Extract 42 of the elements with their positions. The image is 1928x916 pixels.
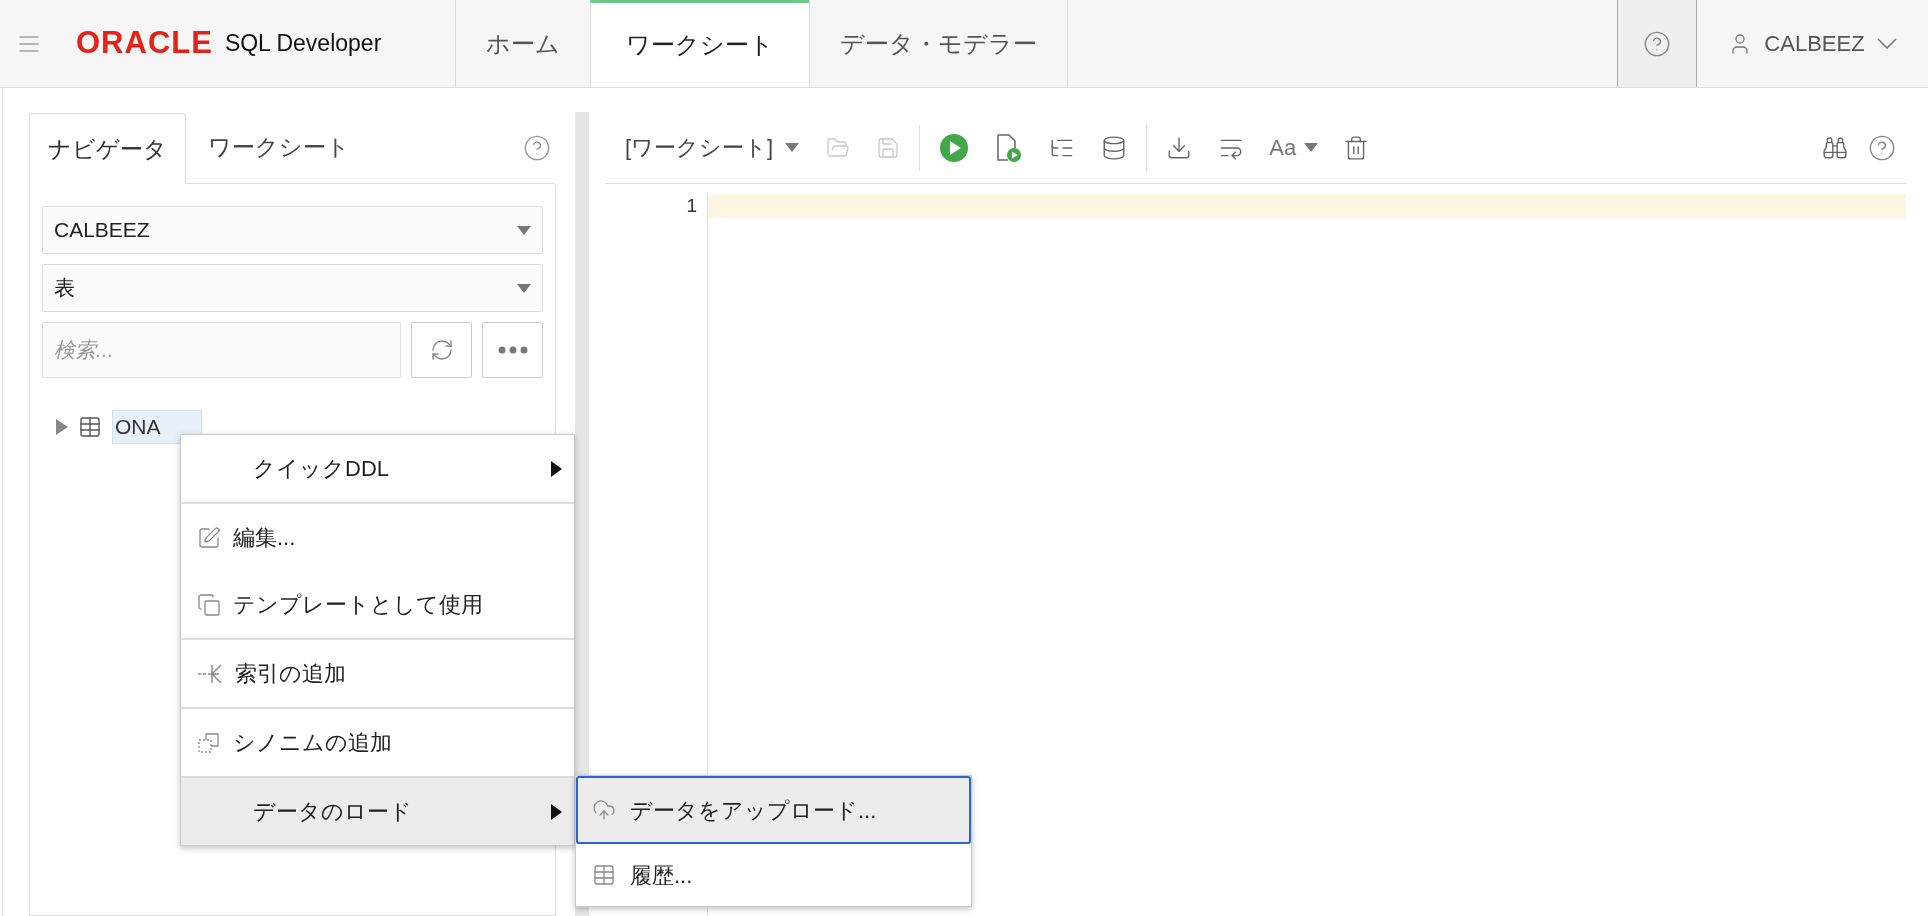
submenu-arrow-icon [551, 803, 562, 820]
menu-item[interactable]: 履歴... [576, 844, 971, 906]
more-button[interactable] [482, 322, 543, 378]
panel-tab[interactable]: ワークシート [186, 112, 372, 183]
synonym-icon [197, 730, 221, 755]
submenu-arrow-icon [551, 460, 562, 477]
refresh-button[interactable] [411, 322, 472, 378]
search-field[interactable]: 検索... [42, 322, 401, 378]
index-icon [197, 662, 223, 685]
ellipsis-icon [497, 346, 528, 354]
caret-icon [1304, 143, 1319, 152]
cloud-upload-icon [592, 798, 616, 822]
top-tab[interactable]: ワークシート [590, 0, 809, 87]
menu-item[interactable]: データをアップロード... [576, 776, 971, 844]
menu-item[interactable]: 編集... [181, 504, 574, 571]
refresh-icon [429, 338, 454, 362]
font-menu[interactable]: Aa [1257, 127, 1331, 168]
chevron-down-icon [1876, 38, 1897, 49]
worksheet-menu[interactable]: [ワークシート] [625, 131, 800, 164]
caret-icon [517, 283, 531, 293]
table-icon [78, 414, 102, 439]
caret-icon [517, 225, 531, 235]
line-number: 1 [686, 194, 697, 218]
schema-select[interactable]: CALBEEZ [42, 206, 543, 254]
caret-icon [785, 143, 800, 152]
copy-icon [197, 592, 221, 617]
user-menu[interactable]: CALBEEZ [1697, 0, 1928, 87]
menu-item[interactable]: データのロード [181, 778, 574, 845]
panel-tab[interactable]: ナビゲータ [29, 113, 186, 184]
table-icon [592, 863, 616, 887]
menu-item[interactable]: クイックDDL [181, 435, 574, 502]
menu-item[interactable]: 索引の追加 [181, 640, 574, 707]
menu-item[interactable]: テンプレートとして使用 [181, 571, 574, 638]
top-tab[interactable]: データ・モデラー [809, 0, 1067, 87]
object-type-select[interactable]: 表 [42, 264, 543, 312]
tree-item[interactable]: ONA [112, 410, 202, 444]
help-icon[interactable] [1617, 0, 1697, 87]
menu-item[interactable]: シノニムの追加 [181, 709, 574, 776]
expand-icon[interactable] [56, 418, 68, 435]
edit-icon [197, 525, 221, 550]
oracle-logo: ORACLE [76, 24, 213, 63]
product-name: SQL Developer [224, 29, 382, 59]
